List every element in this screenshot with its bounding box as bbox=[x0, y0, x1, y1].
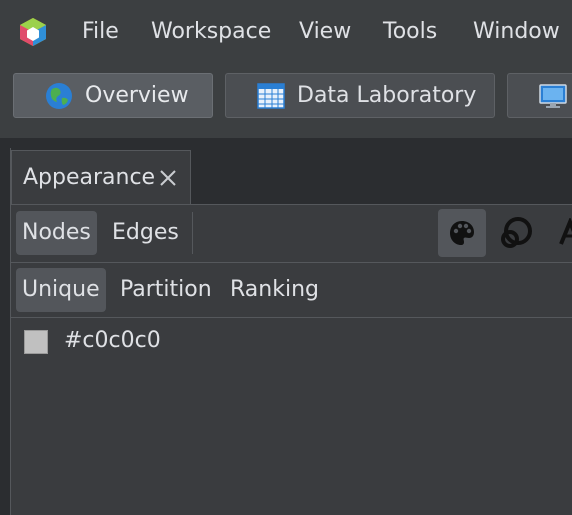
nodes-toggle[interactable]: Nodes bbox=[16, 211, 97, 255]
edges-toggle[interactable]: Edges bbox=[106, 211, 185, 255]
tab-appearance[interactable]: Appearance bbox=[11, 150, 191, 204]
tab-appearance-label: Appearance bbox=[23, 165, 156, 190]
workspace-toolbar: Overview Data Laboratory bbox=[0, 62, 572, 138]
globe-icon bbox=[46, 82, 72, 109]
element-toggle-bar: Nodes Edges bbox=[11, 204, 572, 263]
monitor-icon bbox=[539, 83, 567, 108]
color-swatch[interactable] bbox=[24, 330, 48, 354]
data-laboratory-label: Data Laboratory bbox=[297, 83, 477, 108]
panel-tab-bar: Appearance bbox=[11, 148, 572, 205]
data-laboratory-button[interactable]: Data Laboratory bbox=[225, 73, 495, 118]
unique-mode-toggle[interactable]: Unique bbox=[16, 268, 106, 312]
appearance-content: #c0c0c0 bbox=[11, 318, 572, 515]
size-property-button[interactable] bbox=[492, 209, 540, 257]
ranking-mode-toggle[interactable]: Ranking bbox=[224, 268, 325, 312]
overview-label: Overview bbox=[85, 83, 189, 108]
preview-button[interactable] bbox=[507, 73, 572, 118]
label-color-icon bbox=[559, 218, 572, 245]
color-value-label: #c0c0c0 bbox=[64, 328, 161, 353]
menu-tools[interactable]: Tools bbox=[383, 18, 437, 46]
toggle-separator bbox=[192, 212, 193, 254]
partition-mode-toggle[interactable]: Partition bbox=[114, 268, 218, 312]
size-icon bbox=[501, 217, 532, 248]
menu-window[interactable]: Window bbox=[473, 18, 560, 46]
color-property-button[interactable] bbox=[438, 209, 486, 257]
menu-workspace[interactable]: Workspace bbox=[151, 18, 271, 46]
spreadsheet-icon bbox=[257, 82, 285, 109]
menu-bar: File Workspace View Tools Window bbox=[0, 0, 572, 62]
appearance-panel: Appearance Nodes Edges Unique Partition … bbox=[10, 148, 572, 515]
close-icon[interactable] bbox=[159, 169, 177, 187]
toolbar-separator bbox=[0, 138, 572, 148]
mode-toggle-bar: Unique Partition Ranking bbox=[11, 262, 572, 318]
palette-icon bbox=[450, 221, 474, 245]
menu-view[interactable]: View bbox=[299, 18, 351, 46]
gephi-logo-icon[interactable] bbox=[17, 16, 49, 48]
label-color-property-button[interactable] bbox=[546, 209, 572, 257]
menu-file[interactable]: File bbox=[82, 18, 119, 46]
overview-button[interactable]: Overview bbox=[13, 73, 213, 118]
